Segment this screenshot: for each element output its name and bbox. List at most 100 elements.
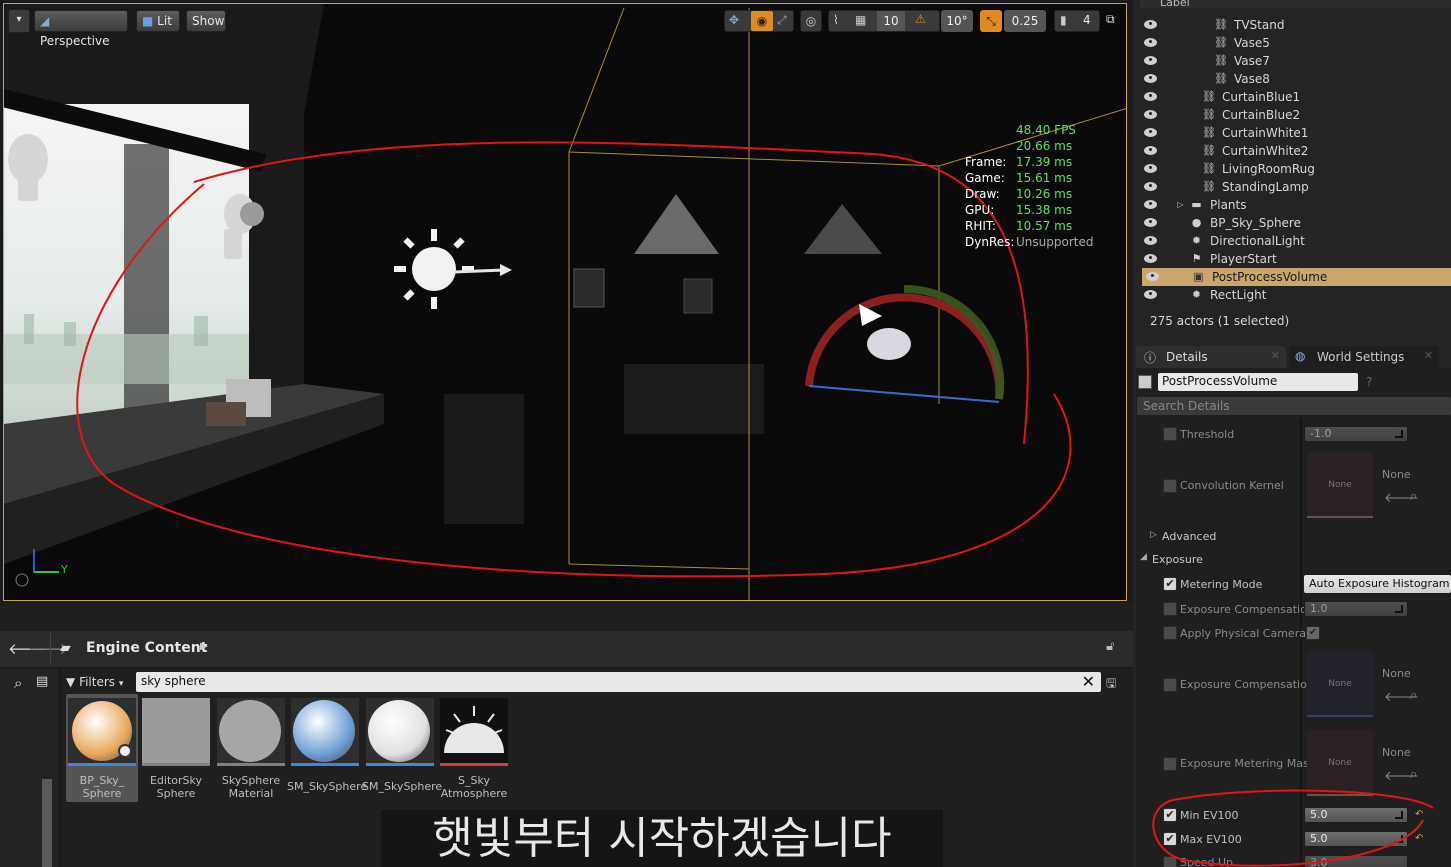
outliner-row[interactable]: ✹ DirectionalLight — [1140, 232, 1451, 250]
outliner-row[interactable]: ⛓ Vase7 — [1140, 52, 1451, 70]
divider — [50, 633, 51, 663]
asset-bp-sky-sphere[interactable] — [68, 698, 136, 766]
outliner-row[interactable]: ⛓ CurtainWhite2 — [1140, 142, 1451, 160]
rotate-icon[interactable]: ◉ — [751, 11, 773, 31]
filters-button[interactable]: ▼ Filters ▾ — [66, 672, 132, 692]
outliner-row-label: DirectionalLight — [1210, 234, 1305, 248]
convolution-texture-thumb[interactable]: None — [1307, 452, 1373, 518]
collapse-icon[interactable]: ◢ — [1140, 552, 1147, 562]
visibility-eye-icon[interactable] — [1144, 110, 1157, 119]
surface-snap-icon[interactable]: ⌇ — [833, 13, 839, 27]
transform-tools[interactable]: ✥ ◉ ⤢ — [724, 10, 794, 32]
expand-icon[interactable]: ▷ — [1150, 530, 1157, 540]
visibility-eye-icon[interactable] — [1144, 20, 1157, 29]
close-icon[interactable]: ✕ — [1424, 349, 1433, 362]
exp-comp-value[interactable]: 1.0 — [1304, 601, 1408, 617]
help-icon[interactable]: ? — [1366, 375, 1372, 389]
visibility-eye-icon[interactable] — [1144, 182, 1157, 191]
stats-draw-value: 10.26 ms — [1016, 187, 1073, 201]
outliner-row[interactable]: ⛓ CurtainBlue2 — [1140, 106, 1451, 124]
outliner-row[interactable]: ⛓ Vase5 — [1140, 34, 1451, 52]
path-label[interactable]: Engine Content — [86, 640, 207, 656]
browse-icon[interactable]: ⌕ — [1410, 489, 1417, 504]
exp-curve-thumb[interactable]: None — [1307, 651, 1373, 717]
clear-search-icon[interactable]: ✕ — [1082, 672, 1095, 692]
path-chevron-icon[interactable]: ▶ — [200, 641, 208, 652]
object-name-input[interactable]: PostProcessVolume — [1158, 373, 1358, 391]
scale-icon[interactable]: ⤢ — [777, 13, 787, 28]
exposure-section[interactable]: Exposure — [1152, 553, 1203, 566]
close-icon[interactable]: ✕ — [1271, 349, 1280, 362]
exp-curve-checkbox[interactable] — [1163, 678, 1177, 692]
visibility-eye-icon[interactable] — [1144, 254, 1157, 263]
outliner-row[interactable]: ⛓ CurtainWhite1 — [1140, 124, 1451, 142]
outliner-row[interactable]: ⛓ LivingRoomRug — [1140, 160, 1451, 178]
outliner-row[interactable]: ✹ RectLight — [1140, 286, 1451, 304]
visibility-eye-icon[interactable] — [1144, 74, 1157, 83]
metering-mode-checkbox[interactable]: ✔ — [1163, 577, 1177, 591]
translate-icon[interactable]: ✥ — [729, 13, 739, 27]
scale-snap-icon[interactable]: ⤡ — [980, 10, 1002, 32]
visibility-eye-icon[interactable] — [1144, 56, 1157, 65]
level-viewport[interactable]: Y ▾ ◢ Perspective ■ Lit Show ✥ ◉ ⤢ ◎ ⌇ ▦… — [3, 3, 1127, 601]
metering-mask-checkbox[interactable] — [1163, 757, 1177, 771]
outliner-row[interactable]: ● BP_Sky_Sphere — [1140, 214, 1451, 232]
visibility-eye-icon[interactable] — [1144, 38, 1157, 47]
rotation-snap-value[interactable]: 10° — [941, 10, 973, 32]
advanced-section[interactable]: Advanced — [1162, 530, 1216, 543]
rotation-snap-icon[interactable]: ⚠ — [915, 12, 926, 26]
browse-icon[interactable]: ⌕ — [1410, 688, 1417, 703]
exp-comp-checkbox[interactable] — [1163, 602, 1177, 616]
outliner-row[interactable]: ⚑ PlayerStart — [1140, 250, 1451, 268]
camera-icon: ▮ — [1060, 13, 1067, 27]
maximize-icon[interactable]: ⧉ — [1106, 12, 1115, 27]
outliner-row[interactable]: ⛓ Vase8 — [1140, 70, 1451, 88]
visibility-eye-icon[interactable] — [1144, 200, 1157, 209]
outliner-row-label: RectLight — [1210, 288, 1267, 302]
visibility-eye-icon[interactable] — [1144, 164, 1157, 173]
asset-s-sky-atmosphere[interactable] — [440, 698, 508, 766]
visibility-eye-icon[interactable] — [1144, 128, 1157, 137]
world-local-icon[interactable]: ◎ — [800, 10, 822, 32]
viewport-options-button[interactable]: ▾ — [8, 9, 30, 33]
visibility-eye-icon[interactable] — [1144, 92, 1157, 101]
grid-snap-value[interactable]: 10 — [877, 11, 905, 31]
outliner-row[interactable]: ⛓ TVStand — [1140, 16, 1451, 34]
save-search-icon[interactable]: 🖫︎ — [1106, 674, 1116, 695]
tab-details[interactable]: ⓘ Details ✕ — [1136, 346, 1286, 368]
outliner-row[interactable]: ⛓ StandingLamp — [1140, 178, 1451, 196]
visibility-eye-icon[interactable] — [1144, 236, 1157, 245]
show-button[interactable]: Show — [186, 10, 226, 32]
view-mode-button[interactable]: ■ Lit — [136, 10, 180, 32]
perspective-button[interactable]: ◢ Perspective — [34, 10, 128, 48]
apply-camera-checkbox[interactable] — [1163, 626, 1177, 640]
visibility-eye-icon[interactable] — [1144, 290, 1157, 299]
grid-snap-icon[interactable]: ▦ — [855, 13, 866, 27]
tab-world-settings[interactable]: ◍ World Settings ✕ — [1289, 346, 1439, 368]
asset-sm-skysphere-2[interactable] — [366, 698, 434, 766]
threshold-value[interactable]: -1.0 — [1304, 426, 1408, 442]
scale-snap-value[interactable]: 0.25 — [1004, 10, 1046, 32]
threshold-checkbox[interactable] — [1163, 427, 1177, 441]
outliner-row[interactable]: ⛓ CurtainBlue1 — [1140, 88, 1451, 106]
outliner-row[interactable]: ▣ PostProcessVolume — [1142, 268, 1451, 286]
apply-camera-value-checkbox[interactable]: ✔ — [1306, 626, 1320, 640]
search-details-input[interactable]: Search Details — [1137, 397, 1451, 415]
asset-search-input[interactable]: sky sphere ✕ — [136, 672, 1101, 692]
convolution-checkbox[interactable] — [1163, 479, 1177, 493]
camera-speed[interactable]: ▮ 4 — [1054, 10, 1100, 32]
search-icon[interactable]: ⌕ — [14, 674, 22, 692]
metering-mode-dropdown[interactable]: Auto Exposure Histogram ▾ — [1304, 575, 1451, 593]
asset-sm-skysphere-1[interactable] — [291, 698, 359, 766]
asset-sky-sphere-material[interactable] — [217, 698, 285, 766]
snap-settings[interactable]: ⌇ ▦ 10 ⚠ — [828, 10, 940, 32]
visibility-eye-icon[interactable] — [1146, 272, 1159, 281]
lock-icon[interactable]: 🔓︎ — [1106, 639, 1114, 654]
asset-editor-sky-sphere[interactable] — [142, 698, 210, 766]
expand-icon[interactable]: ▷ — [1174, 198, 1187, 211]
visibility-eye-icon[interactable] — [1144, 218, 1157, 227]
scrollbar[interactable] — [42, 779, 52, 867]
visibility-eye-icon[interactable] — [1144, 146, 1157, 155]
list-icon[interactable]: ▤ — [36, 674, 48, 689]
outliner-row[interactable]: ▷ ▬ Plants — [1140, 196, 1451, 214]
